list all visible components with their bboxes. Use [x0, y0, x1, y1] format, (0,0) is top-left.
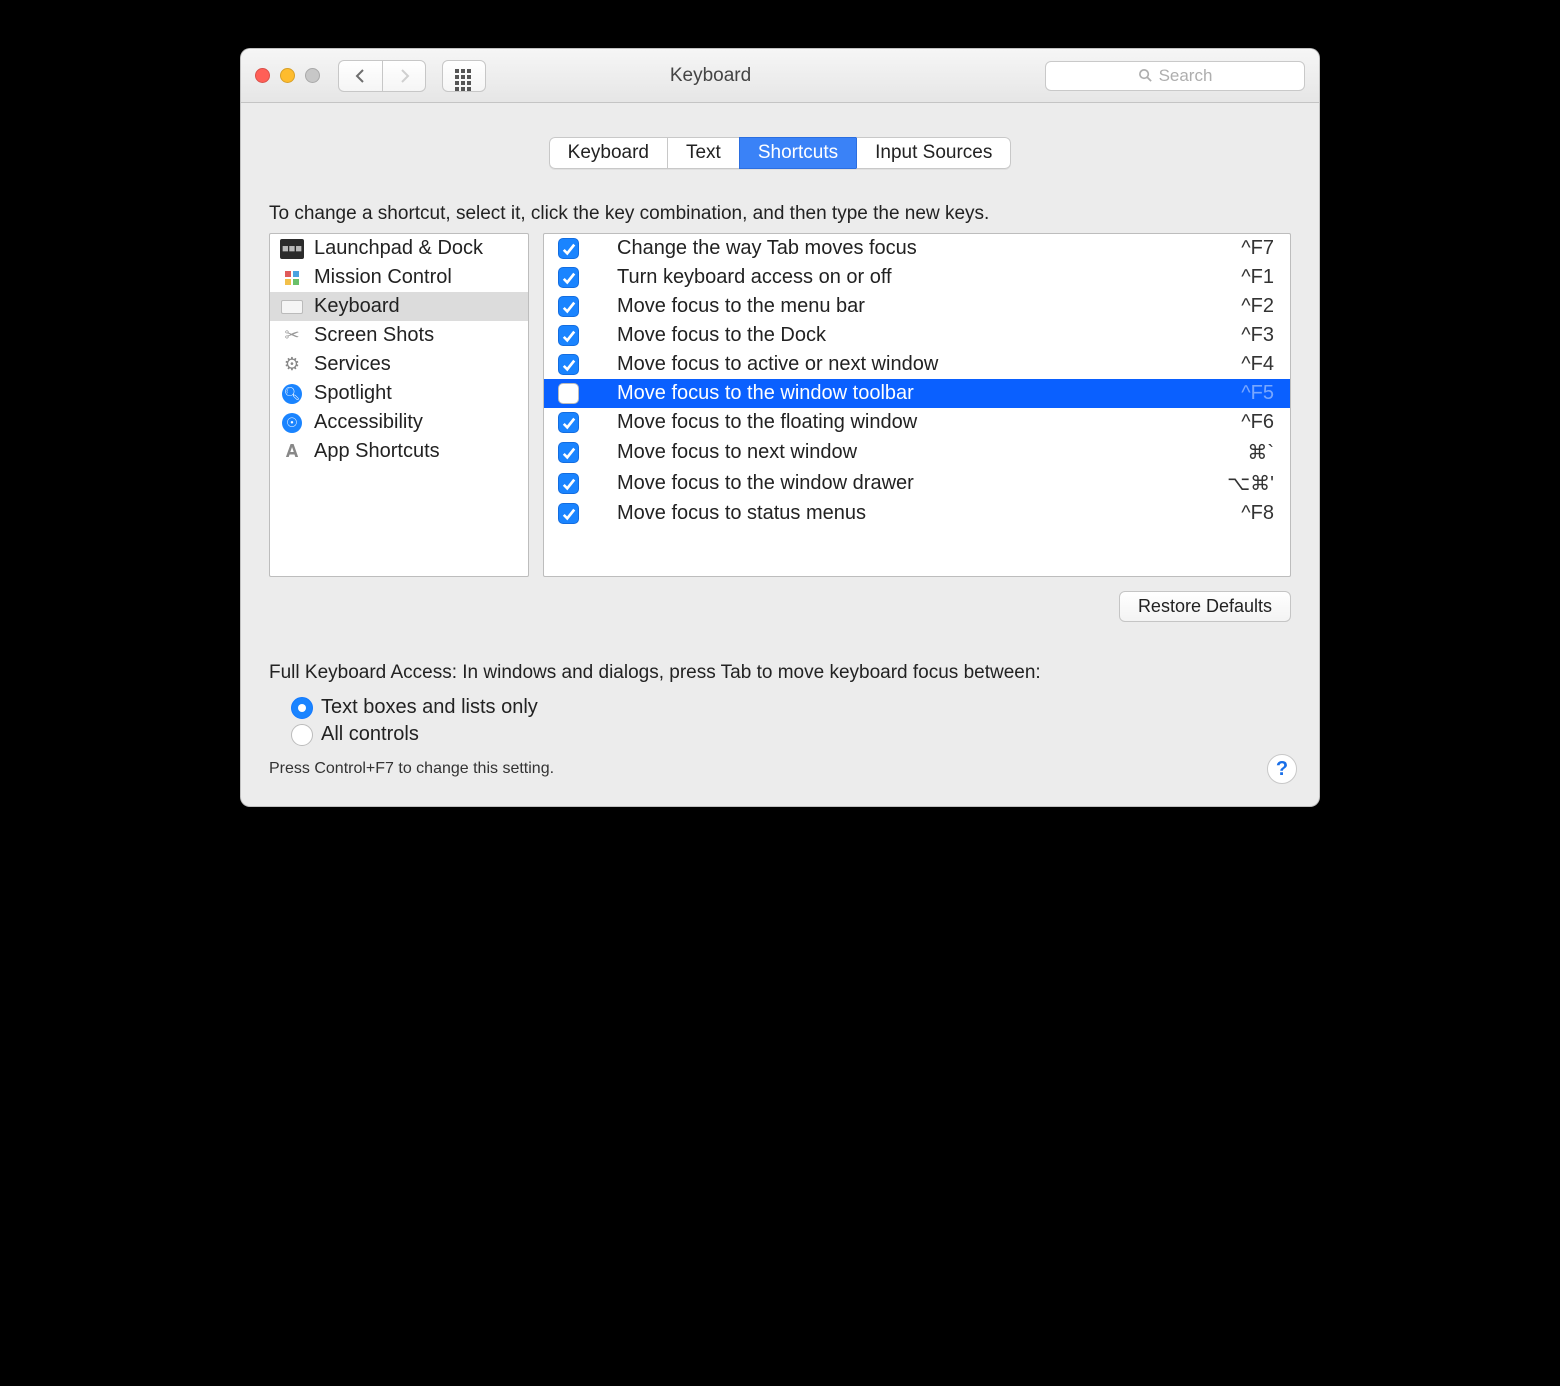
preferences-window: Keyboard Search KeyboardTextShortcutsInp…: [240, 48, 1320, 807]
shortcut-checkbox[interactable]: [558, 238, 579, 259]
accessibility-icon: ☉: [280, 413, 304, 433]
category-label: Mission Control: [314, 266, 452, 289]
shortcut-checkbox[interactable]: [558, 473, 579, 494]
shortcut-checkbox[interactable]: [558, 354, 579, 375]
panes: ■■■ Launchpad & Dock Mission Control Keyboa…: [269, 233, 1291, 577]
spotlight-icon: 🔍︎: [280, 384, 304, 404]
shortcut-checkbox[interactable]: [558, 503, 579, 524]
restore-row: Restore Defaults: [269, 591, 1291, 622]
shortcut-checkbox[interactable]: [558, 383, 579, 404]
search-field[interactable]: Search: [1045, 61, 1305, 91]
shortcut-keys[interactable]: ^F5: [1241, 382, 1280, 405]
category-label: App Shortcuts: [314, 440, 440, 463]
shortcut-row[interactable]: Move focus to next window ⌘`: [544, 437, 1290, 468]
zoom-button[interactable]: [305, 68, 320, 83]
tab-text[interactable]: Text: [667, 137, 739, 169]
shortcut-keys[interactable]: ⌘`: [1247, 440, 1280, 465]
keyboard-icon: [280, 297, 304, 317]
shortcut-keys[interactable]: ^F2: [1241, 295, 1280, 318]
shortcut-label: Move focus to the window drawer: [595, 472, 1211, 495]
shortcut-label: Move focus to the window toolbar: [595, 382, 1225, 405]
shortcut-checkbox[interactable]: [558, 325, 579, 346]
radio-button[interactable]: [291, 724, 313, 746]
shortcut-row[interactable]: Move focus to the window toolbar ^F5: [544, 379, 1290, 408]
shortcut-checkbox[interactable]: [558, 267, 579, 288]
search-icon: [1138, 68, 1153, 83]
fka-title: Full Keyboard Access: In windows and dia…: [269, 662, 1291, 684]
tab-keyboard[interactable]: Keyboard: [549, 137, 667, 169]
titlebar: Keyboard Search: [241, 49, 1319, 103]
fka-hint: Press Control+F7 to change this setting.: [269, 760, 1291, 778]
full-keyboard-access-section: Full Keyboard Access: In windows and dia…: [269, 662, 1291, 778]
minimize-button[interactable]: [280, 68, 295, 83]
tab-input-sources[interactable]: Input Sources: [856, 137, 1011, 169]
shortcut-row[interactable]: Turn keyboard access on or off ^F1: [544, 263, 1290, 292]
screenshot-icon: ✂︎: [280, 326, 304, 346]
shortcut-label: Move focus to active or next window: [595, 353, 1225, 376]
mission-control-icon: [280, 268, 304, 288]
fka-option-label: All controls: [321, 723, 419, 746]
category-label: Launchpad & Dock: [314, 237, 483, 260]
shortcut-keys[interactable]: ⌥⌘': [1227, 471, 1280, 496]
radio-button[interactable]: [291, 697, 313, 719]
shortcut-label: Move focus to next window: [595, 441, 1231, 464]
shortcut-row[interactable]: Change the way Tab moves focus ^F7: [544, 234, 1290, 263]
shortcut-row[interactable]: Move focus to the Dock ^F3: [544, 321, 1290, 350]
shortcut-row[interactable]: Move focus to the floating window ^F6: [544, 408, 1290, 437]
category-label: Accessibility: [314, 411, 423, 434]
category-list[interactable]: ■■■ Launchpad & Dock Mission Control Keyboa…: [269, 233, 529, 577]
restore-defaults-button[interactable]: Restore Defaults: [1119, 591, 1291, 622]
category-row-accessibility[interactable]: ☉ Accessibility: [270, 408, 528, 437]
shortcut-list[interactable]: Change the way Tab moves focus ^F7 Turn ke…: [543, 233, 1291, 577]
close-button[interactable]: [255, 68, 270, 83]
category-row-services[interactable]: ⚙︎ Services: [270, 350, 528, 379]
gear-icon: ⚙︎: [280, 355, 304, 375]
category-row-keyboard[interactable]: Keyboard: [270, 292, 528, 321]
shortcut-label: Change the way Tab moves focus: [595, 237, 1225, 260]
shortcut-row[interactable]: Move focus to status menus ^F8: [544, 499, 1290, 528]
category-row-app-shortcuts[interactable]: 𝐀 App Shortcuts: [270, 437, 528, 466]
fka-option[interactable]: Text boxes and lists only: [291, 696, 1291, 719]
chevron-left-icon: [355, 69, 367, 83]
fka-option-label: Text boxes and lists only: [321, 696, 538, 719]
body: KeyboardTextShortcutsInput Sources To ch…: [241, 103, 1319, 806]
shortcut-keys[interactable]: ^F3: [1241, 324, 1280, 347]
category-row-spotlight[interactable]: 🔍︎ Spotlight: [270, 379, 528, 408]
help-button[interactable]: ?: [1267, 754, 1297, 784]
category-label: Spotlight: [314, 382, 392, 405]
fka-option[interactable]: All controls: [291, 723, 1291, 746]
window-controls: [255, 68, 320, 83]
tab-bar: KeyboardTextShortcutsInput Sources: [269, 137, 1291, 169]
shortcut-label: Turn keyboard access on or off: [595, 266, 1225, 289]
window-title: Keyboard: [386, 65, 1035, 87]
category-label: Services: [314, 353, 391, 376]
tab-shortcuts[interactable]: Shortcuts: [739, 137, 856, 169]
shortcut-label: Move focus to the menu bar: [595, 295, 1225, 318]
launchpad-icon: ■■■: [280, 239, 304, 259]
instructions-text: To change a shortcut, select it, click t…: [269, 203, 1291, 225]
shortcut-label: Move focus to the floating window: [595, 411, 1225, 434]
shortcut-keys[interactable]: ^F7: [1241, 237, 1280, 260]
category-row-launchpad-dock[interactable]: ■■■ Launchpad & Dock: [270, 234, 528, 263]
shortcut-row[interactable]: Move focus to the window drawer ⌥⌘': [544, 468, 1290, 499]
category-row-mission-control[interactable]: Mission Control: [270, 263, 528, 292]
back-button[interactable]: [338, 60, 382, 92]
category-row-screen-shots[interactable]: ✂︎ Screen Shots: [270, 321, 528, 350]
app-shortcuts-icon: 𝐀: [280, 442, 304, 462]
category-label: Keyboard: [314, 295, 400, 318]
shortcut-keys[interactable]: ^F1: [1241, 266, 1280, 289]
shortcut-keys[interactable]: ^F8: [1241, 502, 1280, 525]
shortcut-label: Move focus to the Dock: [595, 324, 1225, 347]
shortcut-checkbox[interactable]: [558, 442, 579, 463]
search-placeholder: Search: [1159, 66, 1213, 86]
shortcut-label: Move focus to status menus: [595, 502, 1225, 525]
shortcut-checkbox[interactable]: [558, 296, 579, 317]
shortcut-keys[interactable]: ^F4: [1241, 353, 1280, 376]
shortcut-row[interactable]: Move focus to active or next window ^F4: [544, 350, 1290, 379]
shortcut-checkbox[interactable]: [558, 412, 579, 433]
shortcut-keys[interactable]: ^F6: [1241, 411, 1280, 434]
category-label: Screen Shots: [314, 324, 434, 347]
shortcut-row[interactable]: Move focus to the menu bar ^F2: [544, 292, 1290, 321]
